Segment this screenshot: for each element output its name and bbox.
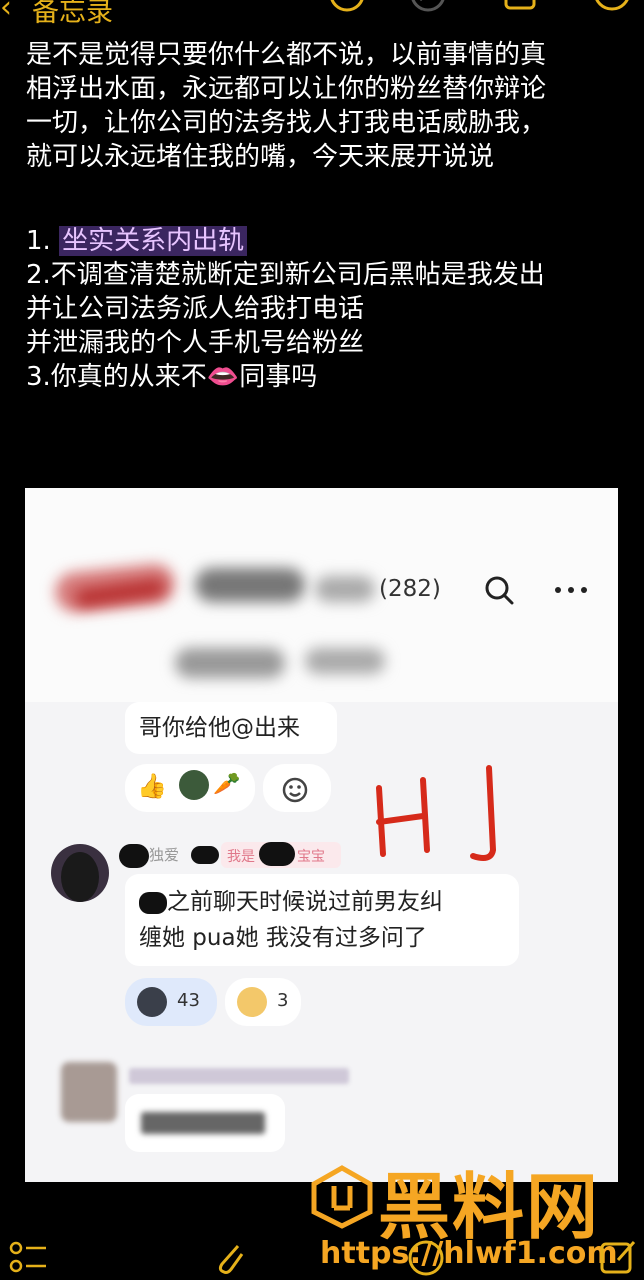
avatar-figure — [61, 852, 99, 902]
message-bubble[interactable] — [125, 1094, 285, 1152]
share-icon[interactable] — [500, 0, 540, 22]
carrot-icon: 🥕 — [213, 772, 241, 797]
sender-avatar[interactable] — [51, 844, 109, 902]
highlighted-text: 坐实关系内出轨 — [59, 226, 248, 256]
note-line: 相浮出水面，永远都可以让你的粉丝替你辩论 — [26, 74, 547, 104]
redacted-badge — [259, 842, 295, 866]
bottom-toolbar — [0, 1232, 644, 1280]
redacted-name — [139, 891, 167, 914]
search-icon[interactable] — [483, 574, 517, 608]
message-text: 之前聊天时候说过前男友纠 — [139, 884, 505, 920]
note-body[interactable]: 是不是觉得只要你什么都不说，以前事情的真 相浮出水面，永远都可以让你的粉丝替你辩… — [26, 38, 626, 394]
redacted-sender — [129, 1068, 349, 1084]
list-item-2-cont: 并让公司法务派人给我打电话 — [26, 294, 365, 324]
undo-icon[interactable] — [327, 0, 367, 22]
reaction-group[interactable]: 👍 🥕 — [125, 764, 255, 812]
redacted-message — [141, 1112, 265, 1134]
checklist-icon[interactable] — [6, 1236, 50, 1280]
redacted-sender — [119, 844, 149, 868]
reaction-chip[interactable]: 43 — [125, 978, 217, 1026]
reaction-count: 3 — [277, 990, 289, 1011]
back-button-label[interactable]: 备忘录 — [32, 0, 113, 29]
embedded-chat-screenshot: (282) 哥你给他@出来 👍 🥕 独爱 我是 宝宝 之前聊天时候说过前男友纠 … — [25, 488, 618, 1182]
list-item-1: 1. 坐实关系内出轨 — [26, 224, 626, 258]
redo-icon[interactable] — [408, 0, 448, 22]
hj-annotation — [376, 765, 497, 861]
list-item-2: 2.不调查清楚就断定到新公司后黑帖是我发出 — [26, 260, 545, 290]
reaction-count: 43 — [177, 990, 200, 1011]
add-reaction-button[interactable] — [263, 764, 331, 812]
face-emoji-icon — [137, 987, 167, 1017]
note-line: 是不是觉得只要你什么都不说，以前事情的真 — [26, 40, 547, 70]
redacted-avatar — [61, 1062, 117, 1122]
back-chevron-icon[interactable]: ‹ — [0, 0, 12, 25]
compose-icon[interactable] — [596, 1236, 640, 1280]
thumbs-up-emoji-icon: 👍 — [137, 772, 167, 800]
redacted-name — [195, 568, 305, 602]
attachment-icon[interactable] — [208, 1236, 252, 1280]
chat-header: (282) — [25, 488, 618, 702]
message-text: 哥你给他@出来 — [139, 715, 300, 741]
more-icon[interactable] — [553, 584, 589, 596]
top-bar: ‹ 备忘录 — [0, 0, 644, 28]
redacted-sender — [191, 846, 219, 864]
watermark-logo-icon — [311, 1165, 373, 1229]
sender-name-fragment: 独爱 — [149, 846, 180, 864]
message-text: 缠她 pua她 我没有过多问了 — [139, 925, 427, 951]
note-line: 就可以永远堵住我的嘴，今天来展开说说 — [26, 142, 495, 172]
more-icon[interactable] — [592, 0, 632, 22]
note-line: 一切，让你公司的法务找人打我电话威胁我， — [26, 108, 547, 138]
member-badge: 我是 宝宝 — [221, 842, 341, 868]
member-count: (282) — [379, 576, 441, 602]
cartoon-emoji-icon — [237, 987, 267, 1017]
list-item-2-cont: 并泄漏我的个人手机号给粉丝 — [26, 328, 365, 358]
list-item-3: 3.你真的从来不👄同事吗 — [26, 362, 318, 392]
markup-icon[interactable] — [404, 1236, 448, 1280]
message-bubble[interactable]: 之前聊天时候说过前男友纠 缠她 pua她 我没有过多问了 — [125, 874, 519, 966]
redacted-name — [315, 576, 375, 602]
redacted-subtitle — [175, 648, 285, 678]
add-emoji-icon — [282, 777, 308, 803]
avatar — [179, 770, 209, 800]
message-bubble[interactable]: 哥你给他@出来 — [125, 702, 337, 754]
redacted-subtitle — [305, 648, 385, 674]
lips-emoji: 👄 — [206, 362, 240, 392]
reaction-chip[interactable]: 3 — [225, 978, 301, 1026]
